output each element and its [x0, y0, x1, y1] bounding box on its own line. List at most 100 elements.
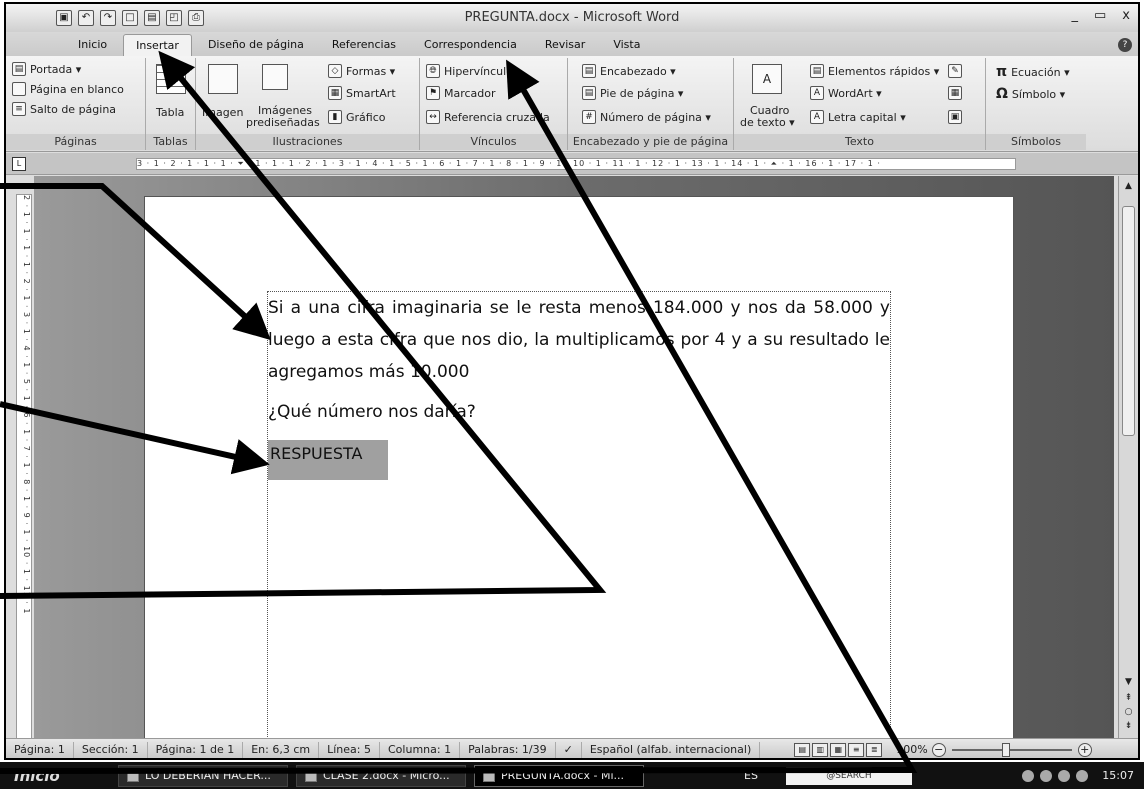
header-button[interactable]: ▤ Encabezado ▾ [582, 64, 676, 78]
header-label: Encabezado ▾ [600, 64, 676, 78]
table-icon[interactable] [156, 64, 186, 94]
word-icon [483, 769, 495, 782]
vertical-scrollbar[interactable]: ▲ ▼ ⇞ ○ ⇟ [1118, 176, 1138, 738]
taskbar-item[interactable]: PREGUNTA.docx - Mi... [474, 764, 644, 787]
taskbar-item-label: CLASE 2.docx - Micro... [323, 769, 450, 782]
tab-diseno-pagina[interactable]: Diseño de página [196, 34, 316, 56]
status-line[interactable]: Línea: 5 [319, 741, 380, 758]
scroll-down-icon[interactable]: ▼ [1122, 676, 1135, 689]
help-icon[interactable]: ? [1118, 38, 1132, 52]
document-area: Si a una cifra imaginaria se le resta me… [34, 176, 1114, 756]
web-layout-icon[interactable]: ▦ [830, 742, 847, 757]
footer-button[interactable]: ▤ Pie de página ▾ [582, 86, 683, 100]
volume-icon[interactable] [1076, 769, 1089, 782]
drop-cap-button[interactable]: A Letra capital ▾ [810, 110, 906, 124]
hyperlink-button[interactable]: 🌐︎ Hipervínculo [426, 64, 513, 78]
bookmark-button[interactable]: ⚑ Marcador [426, 86, 496, 100]
page-break-button[interactable]: ≡ Salto de página [12, 102, 116, 116]
clock[interactable]: 15:07 [1102, 769, 1134, 782]
tab-revisar[interactable]: Revisar [533, 34, 597, 56]
taskbar-item-label: LO DEBERIAN HACER... [145, 769, 271, 782]
word-window: ▣ ↶ ↷ □ ▤ ◰ ⎙ PREGUNTA.docx - Microsoft … [4, 2, 1140, 760]
ruler-scale: 3 · 1 · 2 · 1 · 1 · 1 · ⏷ · 1 · 1 · 1 · … [136, 158, 1016, 170]
answer-box[interactable]: RESPUESTA [268, 440, 388, 480]
tab-correspondencia[interactable]: Correspondencia [412, 34, 529, 56]
group-label-vinculos: Vínculos [420, 134, 567, 150]
picture-label: Imagen [202, 106, 244, 119]
page-number-button[interactable]: # Número de página ▾ [582, 110, 711, 124]
zoom-slider-knob[interactable] [1001, 742, 1010, 757]
status-column[interactable]: Columna: 1 [380, 741, 461, 758]
vertical-ruler[interactable]: 2 · 1 · 1 · 1 · 1 · 2 · 1 · 3 · 1 · 4 · … [16, 194, 32, 739]
text-box-icon[interactable]: A [752, 64, 782, 94]
problem-paragraph[interactable]: Si a una cifra imaginaria se le resta me… [268, 292, 890, 388]
picture-icon[interactable] [208, 64, 238, 94]
object-icon: ▣ [948, 110, 962, 124]
zoom-slider[interactable] [951, 742, 1072, 757]
restore-button[interactable]: ▭ [1094, 8, 1106, 23]
outline-icon[interactable]: ≡ [848, 742, 865, 757]
date-time-button[interactable]: ▦ [948, 86, 962, 100]
blank-page-button[interactable]: Página en blanco [12, 82, 124, 96]
full-screen-reading-icon[interactable]: ▥ [812, 742, 829, 757]
status-position[interactable]: En: 6,3 cm [243, 741, 320, 758]
page-number-icon: # [582, 110, 596, 124]
next-page-icon[interactable]: ⇟ [1122, 720, 1135, 733]
text-box[interactable]: Si a una cifra imaginaria se le resta me… [267, 291, 891, 751]
tab-inicio[interactable]: Inicio [66, 34, 119, 56]
tab-insertar[interactable]: Insertar [123, 34, 192, 56]
start-button[interactable]: Inicio [0, 762, 110, 789]
browse-object-icon[interactable]: ○ [1122, 706, 1135, 719]
print-layout-icon[interactable]: ▤ [794, 742, 811, 757]
taskbar-item[interactable]: CLASE 2.docx - Micro... [296, 764, 466, 787]
signature-line-button[interactable]: ✎ [948, 64, 962, 78]
group-label-encabezado: Encabezado y pie de página [568, 134, 733, 150]
taskbar-item[interactable]: LO DEBERIAN HACER... [118, 764, 288, 787]
smartart-button[interactable]: ▦ SmartArt [328, 86, 396, 100]
scroll-thumb[interactable] [1122, 206, 1135, 436]
symbol-label: Símbolo ▾ [1011, 87, 1066, 101]
zoom-in-icon[interactable]: + [1077, 742, 1092, 757]
chart-label: Gráfico [346, 110, 386, 124]
tray-icon[interactable] [1058, 769, 1071, 782]
equation-button[interactable]: π Ecuación ▾ [996, 64, 1070, 80]
clipart-icon[interactable] [262, 64, 288, 90]
page-break-label: Salto de página [30, 102, 117, 116]
tab-vista[interactable]: Vista [601, 34, 652, 56]
language-indicator[interactable]: ES [744, 769, 758, 782]
status-language[interactable]: Español (alfab. internacional) [582, 741, 761, 758]
title-bar: ▣ ↶ ↷ □ ▤ ◰ ⎙ PREGUNTA.docx - Microsoft … [6, 4, 1138, 32]
minimize-button[interactable]: _ [1072, 8, 1079, 23]
shapes-button[interactable]: ◇ Formas ▾ [328, 64, 395, 78]
cross-reference-button[interactable]: ↔ Referencia cruzada [426, 110, 550, 124]
chart-button[interactable]: ▮ Gráfico [328, 110, 386, 124]
draft-icon[interactable]: ≣ [866, 742, 883, 757]
tray-icon[interactable] [1040, 769, 1053, 782]
document-page[interactable]: Si a una cifra imaginaria se le resta me… [144, 196, 1014, 756]
symbol-button[interactable]: Ω Símbolo ▾ [996, 86, 1065, 102]
status-section[interactable]: Sección: 1 [74, 741, 148, 758]
search-toolbar[interactable]: @SEARCH [785, 766, 912, 785]
zoom-out-icon[interactable]: − [931, 742, 946, 757]
zoom-level[interactable]: 100% [892, 743, 931, 756]
tab-referencias[interactable]: Referencias [320, 34, 408, 56]
status-words[interactable]: Palabras: 1/39 [460, 741, 556, 758]
tab-selector-icon[interactable]: L [12, 157, 26, 171]
status-page-of[interactable]: Página: 1 de 1 [148, 741, 244, 758]
tray-icon[interactable] [1022, 769, 1035, 782]
cross-reference-icon: ↔ [426, 110, 440, 124]
bookmark-icon: ⚑ [426, 86, 440, 100]
question-text[interactable]: ¿Qué número nos daría? [268, 402, 476, 422]
object-button[interactable]: ▣ [948, 110, 962, 124]
status-page[interactable]: Página: 1 [6, 741, 74, 758]
group-vinculos: 🌐︎ Hipervínculo ⚑ Marcador ↔ Referencia cru… [420, 58, 568, 150]
prev-page-icon[interactable]: ⇞ [1122, 692, 1135, 705]
scroll-up-icon[interactable]: ▲ [1122, 180, 1135, 193]
portada-button[interactable]: ▤ Portada ▾ [12, 62, 81, 76]
hyperlink-label: Hipervínculo [444, 64, 513, 78]
proofing-icon[interactable]: ✓ [556, 741, 582, 758]
wordart-button[interactable]: A WordArt ▾ [810, 86, 882, 100]
close-button[interactable]: x [1122, 8, 1130, 23]
quick-parts-button[interactable]: ▤ Elementos rápidos ▾ [810, 64, 939, 78]
horizontal-ruler[interactable]: L 3 · 1 · 2 · 1 · 1 · 1 · ⏷ · 1 · 1 · 1 … [6, 153, 1138, 175]
